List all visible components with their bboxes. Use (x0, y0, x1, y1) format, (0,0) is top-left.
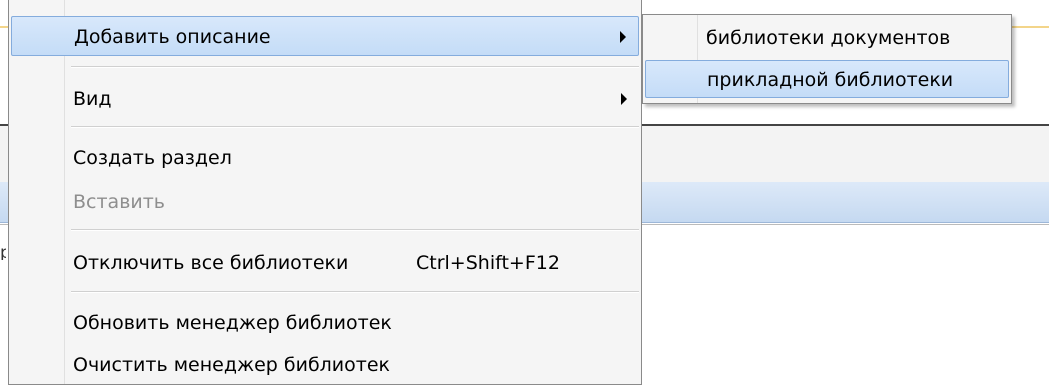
background-text-fragment: р (0, 246, 6, 260)
menu-item-label: Отключить все библиотеки (73, 252, 349, 274)
menu-item-label: Вставить (73, 191, 166, 213)
menu-item-add-description[interactable]: Добавить описание (11, 16, 639, 56)
menu-item-refresh-library-manager[interactable]: Обновить менеджер библиотек (11, 303, 639, 343)
context-menu: Добавить описание Вид Создать раздел Вст… (8, 0, 642, 385)
menu-separator (71, 229, 639, 231)
submenu-arrow-icon (621, 93, 627, 105)
menu-item-label: Вид (73, 88, 112, 110)
menu-item-label: Обновить менеджер библиотек (73, 312, 392, 334)
menu-item-view[interactable]: Вид (11, 79, 639, 119)
menu-separator (71, 66, 639, 68)
menu-item-shortcut: Ctrl+Shift+F12 (416, 252, 560, 274)
menu-item-clear-library-manager[interactable]: Очистить менеджер библиотек (11, 345, 639, 385)
menu-item-create-section[interactable]: Создать раздел (11, 138, 639, 178)
submenu-item-label: прикладной библиотеки (707, 69, 954, 91)
submenu-item-applied-library[interactable]: прикладной библиотеки (645, 60, 1009, 98)
menu-item-label: Очистить менеджер библиотек (73, 354, 391, 376)
menu-item-paste: Вставить (11, 182, 639, 222)
submenu-item-label: библиотеки документов (706, 27, 951, 49)
submenu-item-document-libraries[interactable]: библиотеки документов (645, 19, 1009, 57)
menu-item-disable-all-libraries[interactable]: Отключить все библиотеки Ctrl+Shift+F12 (11, 243, 639, 283)
menu-separator (71, 291, 639, 293)
submenu-add-description: библиотеки документов прикладной библиот… (642, 14, 1012, 104)
submenu-arrow-icon (620, 31, 626, 43)
menu-item-label: Создать раздел (73, 147, 232, 169)
menu-item-label: Добавить описание (74, 26, 271, 48)
menu-separator (71, 126, 639, 128)
